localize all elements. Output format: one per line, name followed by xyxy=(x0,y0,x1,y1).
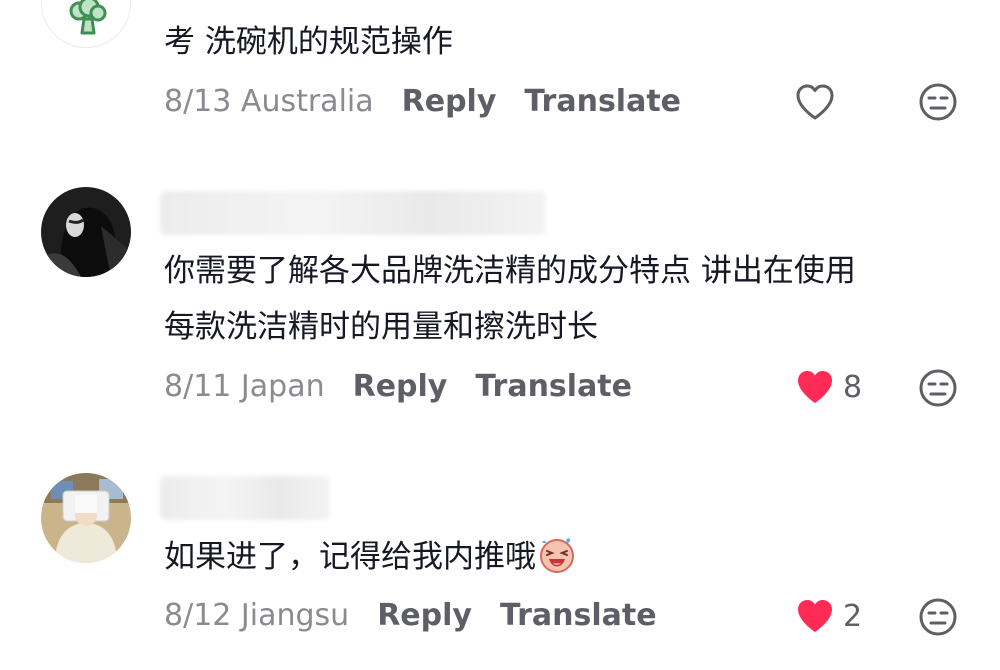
heart-outline-icon xyxy=(796,84,834,120)
heart-filled-icon xyxy=(798,600,832,632)
dislike-icon[interactable] xyxy=(918,597,958,637)
translate-button[interactable]: Translate xyxy=(500,598,657,633)
user-photo xyxy=(41,187,131,277)
comment-text: 如果进了，记得给我内推哦 xyxy=(164,529,578,585)
like-button[interactable] xyxy=(795,82,835,122)
like-count: 2 xyxy=(843,598,863,634)
comment-meta: 8/11 Japan Reply Translate xyxy=(164,366,632,406)
user-photo xyxy=(41,473,131,563)
avatar[interactable] xyxy=(41,0,131,48)
translate-button[interactable]: Translate xyxy=(475,369,632,404)
broccoli-icon xyxy=(69,0,107,35)
reply-button[interactable]: Reply xyxy=(402,84,497,119)
comment-text: 考 洗碗机的规范操作 xyxy=(164,24,453,60)
reply-button[interactable]: Reply xyxy=(377,598,472,633)
avatar[interactable] xyxy=(41,473,131,563)
comment-date: 8/11 Japan xyxy=(164,368,325,404)
translate-button[interactable]: Translate xyxy=(524,84,681,119)
like-button[interactable]: 2 xyxy=(795,596,862,636)
laughing-emoji-icon xyxy=(540,538,574,573)
avatar[interactable] xyxy=(41,187,131,277)
comment-date: 8/12 Jiangsu xyxy=(164,597,350,633)
username-blurred[interactable] xyxy=(160,476,330,520)
comment-meta: 8/12 Jiangsu Reply Translate xyxy=(164,595,657,635)
like-count: 8 xyxy=(843,369,863,405)
comment-date: 8/13 Australia xyxy=(164,83,374,119)
dislike-icon[interactable] xyxy=(918,82,958,122)
username-blurred[interactable] xyxy=(160,191,546,235)
comment-text: 你需要了解各大品牌洗洁精的成分特点 讲出在使用 每款洗洁精时的用量和擦洗时长 xyxy=(164,253,856,345)
heart-filled-icon xyxy=(798,371,832,403)
like-button[interactable]: 8 xyxy=(795,367,862,407)
comment-meta: 8/13 Australia Reply Translate xyxy=(164,81,681,121)
dislike-icon[interactable] xyxy=(918,368,958,408)
reply-button[interactable]: Reply xyxy=(353,369,448,404)
